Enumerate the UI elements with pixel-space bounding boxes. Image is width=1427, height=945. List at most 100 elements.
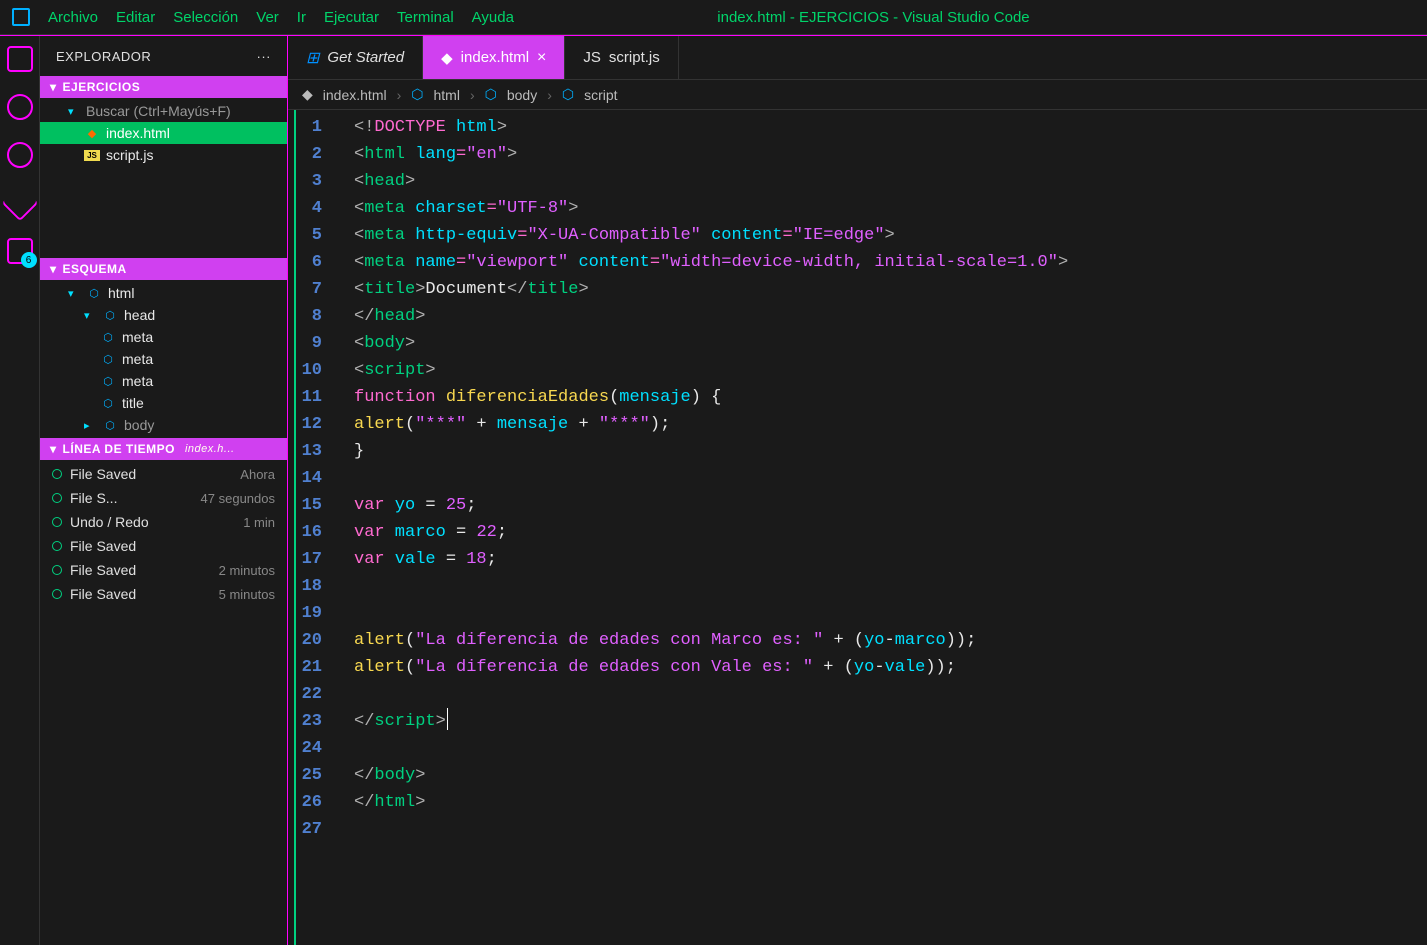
section-ejercicios-label: EJERCICIOS [63, 80, 141, 94]
timeline-item[interactable]: File S... 47 segundos [40, 486, 287, 510]
text-cursor [447, 708, 448, 730]
explorer-title: EXPLORADOR [56, 49, 151, 64]
explorer-more-icon[interactable]: ··· [257, 49, 272, 64]
js-icon: JS [84, 150, 100, 161]
dot-icon [52, 589, 62, 599]
outline-meta[interactable]: ⬡ meta [40, 348, 287, 370]
source-control-icon[interactable] [7, 142, 33, 168]
chevron-down-icon: ▾ [68, 105, 80, 118]
timeline-time: 47 segundos [201, 491, 275, 506]
crumb[interactable]: script [584, 87, 617, 103]
section-esquema-label: ESQUEMA [63, 262, 127, 276]
outline-head[interactable]: ▾ ⬡ head [40, 304, 287, 326]
tab-index-html[interactable]: ◆ index.html × [423, 36, 565, 79]
crumb[interactable]: body [507, 87, 537, 103]
explorer-icon[interactable] [7, 46, 33, 72]
dot-icon [52, 541, 62, 551]
timeline-label: Undo / Redo [70, 514, 149, 530]
html5-icon: ◆ [441, 49, 453, 67]
menu-ir[interactable]: Ir [297, 9, 306, 26]
timeline-time: 2 minutos [219, 563, 275, 578]
run-debug-icon[interactable] [1, 185, 38, 222]
chevron-down-icon: ▾ [50, 80, 57, 94]
crumb[interactable]: html [434, 87, 460, 103]
outline-body[interactable]: ▸ ⬡ body [40, 414, 287, 436]
timeline-list: File SavedAhora File S... 47 segundos Und… [40, 460, 287, 608]
timeline-time: 1 min [243, 515, 275, 530]
breadcrumbs[interactable]: ◆ index.html › ⬡ html › ⬡ body › ⬡ scrip… [288, 80, 1427, 110]
crumb[interactable]: index.html [323, 87, 387, 103]
timeline-item[interactable]: File Saved5 minutos [40, 582, 287, 606]
timeline-time: 5 minutos [219, 587, 275, 602]
section-esquema[interactable]: ▾ ESQUEMA [40, 258, 287, 280]
timeline-label: File Saved [70, 538, 136, 554]
symbol-icon: ⬡ [562, 86, 574, 103]
chevron-right-icon: › [470, 87, 475, 103]
file-label: index.html [106, 125, 170, 141]
file-label: script.js [106, 147, 153, 163]
menu-editar[interactable]: Editar [116, 9, 155, 26]
menu-seleccion[interactable]: Selección [173, 9, 238, 26]
menubar: Archivo Editar Selección Ver Ir Ejecutar… [0, 0, 1427, 35]
html5-icon: ◆ [84, 127, 100, 140]
dot-icon [52, 493, 62, 503]
editor-group: ⊞ Get Started ◆ index.html × JS script.j… [288, 36, 1427, 945]
symbol-icon: ⬡ [102, 419, 118, 432]
chevron-right-icon: ▸ [84, 419, 96, 432]
symbol-icon: ⬡ [102, 309, 118, 322]
sidebar-header: EXPLORADOR ··· [40, 36, 287, 76]
tab-label: index.html [461, 49, 529, 66]
tab-label: Get Started [327, 49, 404, 66]
file-script-js[interactable]: JS script.js [40, 144, 287, 166]
timeline-label: File Saved [70, 562, 136, 578]
timeline-item[interactable]: Undo / Redo 1 min [40, 510, 287, 534]
section-timeline-label: LÍNEA DE TIEMPO [63, 442, 175, 456]
symbol-icon: ⬡ [100, 375, 116, 388]
activity-bar: 6 [0, 36, 40, 945]
outline-meta[interactable]: ⬡ meta [40, 326, 287, 348]
sidebar: EXPLORADOR ··· ▾ EJERCICIOS ▾ Buscar (Ct… [40, 36, 288, 945]
extensions-badge: 6 [21, 252, 37, 268]
outline-label: meta [122, 351, 153, 367]
timeline-file: index.h... [185, 443, 235, 455]
dot-icon [52, 565, 62, 575]
vscode-logo-icon [12, 8, 30, 26]
search-hint: Buscar (Ctrl+Mayús+F) [86, 103, 231, 119]
vscode-icon: ⊞ [306, 48, 319, 68]
editor-tabs: ⊞ Get Started ◆ index.html × JS script.j… [288, 36, 1427, 80]
symbol-icon: ⬡ [86, 287, 102, 300]
section-timeline[interactable]: ▾ LÍNEA DE TIEMPO index.h... [40, 438, 287, 460]
tab-script-js[interactable]: JS script.js [565, 36, 678, 79]
tab-get-started[interactable]: ⊞ Get Started [288, 36, 423, 79]
chevron-right-icon: › [547, 87, 552, 103]
chevron-right-icon: › [397, 87, 402, 103]
chevron-down-icon: ▾ [84, 309, 96, 322]
chevron-down-icon: ▾ [68, 287, 80, 300]
timeline-item[interactable]: File SavedAhora [40, 462, 287, 486]
timeline-item[interactable]: File Saved 2 minutos [40, 558, 287, 582]
close-icon[interactable]: × [537, 49, 546, 67]
symbol-icon: ⬡ [100, 331, 116, 344]
menu-archivo[interactable]: Archivo [48, 9, 98, 26]
outline-label: html [108, 285, 134, 301]
symbol-icon: ⬡ [100, 353, 116, 366]
search-icon[interactable] [7, 94, 33, 120]
outline-title[interactable]: ⬡ title [40, 392, 287, 414]
menu-ver[interactable]: Ver [256, 9, 279, 26]
outline-meta[interactable]: ⬡ meta [40, 370, 287, 392]
code-editor[interactable]: 1<!DOCTYPE html> 2<html lang="en"> 3<hea… [294, 110, 1427, 945]
outline-html[interactable]: ▾ ⬡ html [40, 282, 287, 304]
timeline-item[interactable]: File Saved [40, 534, 287, 558]
chevron-down-icon: ▾ [50, 442, 57, 456]
window-title: index.html - EJERCICIOS - Visual Studio … [332, 9, 1415, 26]
outline-label: title [122, 395, 144, 411]
timeline-label: File Saved [70, 466, 136, 482]
extensions-icon[interactable]: 6 [7, 238, 33, 264]
symbol-icon: ⬡ [411, 86, 423, 103]
outline-label: meta [122, 329, 153, 345]
file-index-html[interactable]: ◆ index.html [40, 122, 287, 144]
section-ejercicios[interactable]: ▾ EJERCICIOS [40, 76, 287, 98]
dot-icon [52, 517, 62, 527]
tree-folder-ejercicio1[interactable]: ▾ Buscar (Ctrl+Mayús+F) [40, 100, 287, 122]
timeline-label: File S... [70, 490, 117, 506]
